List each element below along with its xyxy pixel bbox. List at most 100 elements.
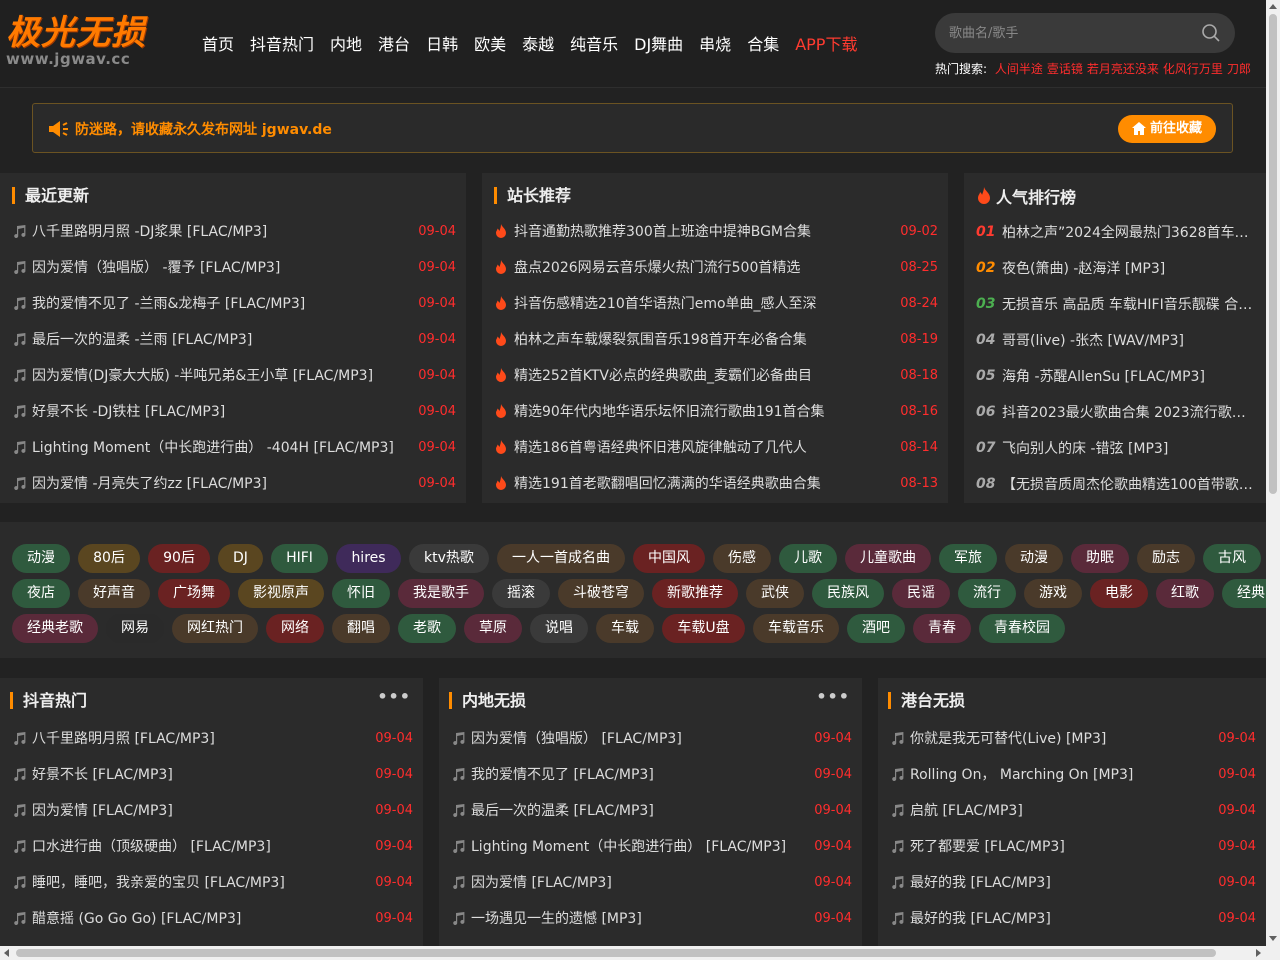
hot-search-word[interactable]: 刀郎 [1227, 62, 1251, 76]
list-item[interactable]: Lighting Moment（中长跑进行曲） -404H [FLAC/MP3]… [12, 429, 456, 465]
tag-chip[interactable]: 酒吧 [847, 614, 905, 643]
nav-item[interactable]: 纯音乐 [562, 30, 626, 60]
tag-chip[interactable]: 经典老歌 [12, 614, 98, 643]
list-item[interactable]: 启航 [FLAC/MP3] 09-04 [890, 792, 1256, 828]
scroll-left-icon[interactable] [4, 949, 9, 957]
tag-chip[interactable]: 军旅 [939, 544, 997, 573]
nav-item[interactable]: 首页 [194, 30, 242, 60]
logo[interactable]: 极光无损 www.jgwav.cc [6, 14, 156, 70]
tag-chip[interactable]: 车载音乐 [753, 614, 839, 643]
tag-chip[interactable]: 说唱 [530, 614, 588, 643]
ranking-item[interactable]: 08 【无损音质周杰伦歌曲精选100首带歌词】 [976, 466, 1256, 502]
hot-search-word[interactable]: 人间半途 [995, 62, 1043, 76]
tag-chip[interactable]: 网络 [266, 614, 324, 643]
list-item[interactable]: 因为爱情(DJ豪大大版) -半吨兄弟&王小草 [FLAC/MP3] 09-04 [12, 357, 456, 393]
list-item[interactable]: 醋意摇 (Go Go Go) [FLAC/MP3] 09-04 [12, 900, 413, 936]
tag-chip[interactable]: 青春校园 [979, 614, 1065, 643]
list-item[interactable]: 精选191首老歌翻唱回忆满满的华语经典歌曲合集 08-13 [494, 465, 938, 501]
list-item[interactable]: 睡吧，睡吧，我亲爱的宝贝 [FLAC/MP3] 09-04 [12, 864, 413, 900]
list-item[interactable]: 因为爱情（独唱版） -覆予 [FLAC/MP3] 09-04 [12, 249, 456, 285]
tag-chip[interactable]: 动漫 [1005, 544, 1063, 573]
tag-chip[interactable]: 助眠 [1071, 544, 1129, 573]
list-item[interactable]: 八千里路明月照 [FLAC/MP3] 09-04 [12, 720, 413, 756]
list-item[interactable]: 因为爱情 [FLAC/MP3] 09-04 [451, 864, 852, 900]
list-item[interactable]: 好景不长 [FLAC/MP3] 09-04 [12, 756, 413, 792]
tag-chip[interactable]: 一人一首成名曲 [497, 544, 625, 573]
list-item[interactable]: Lighting Moment（中长跑进行曲） [FLAC/MP3] 09-04 [451, 828, 852, 864]
tag-chip[interactable]: 我是歌手 [398, 579, 484, 608]
list-item[interactable]: 因为爱情（独唱版） [FLAC/MP3] 09-04 [451, 720, 852, 756]
list-item[interactable]: 一场遇见一生的遗憾 [MP3] 09-04 [451, 900, 852, 936]
mainland-more-button[interactable]: ••• [816, 689, 850, 705]
tag-chip[interactable]: 励志 [1137, 544, 1195, 573]
horizontal-scrollbar[interactable] [0, 946, 1266, 960]
tag-chip[interactable]: 新歌推荐 [652, 579, 738, 608]
vertical-scroll-thumb[interactable] [1269, 14, 1277, 494]
tag-chip[interactable]: 青春 [913, 614, 971, 643]
tag-chip[interactable]: 车载 [596, 614, 654, 643]
tag-chip[interactable]: 流行 [958, 579, 1016, 608]
list-item[interactable]: 抖音伤感精选210首华语热门emo单曲_感人至深 08-24 [494, 285, 938, 321]
list-item[interactable]: 抖音通勤热歌推荐300首上班途中提神BGM合集 09-02 [494, 213, 938, 249]
nav-item[interactable]: 串烧 [691, 30, 739, 60]
list-item[interactable]: 柏林之声车载爆裂氛围音乐198首开车必备合集 08-19 [494, 321, 938, 357]
nav-item[interactable]: 欧美 [466, 30, 514, 60]
nav-item[interactable]: APP下载 [787, 30, 865, 60]
hot-search-word[interactable]: 若月亮还没来 [1087, 62, 1159, 76]
tag-chip[interactable]: 好声音 [78, 579, 150, 608]
ranking-item[interactable]: 02 夜色(箫曲) -赵海洋 [MP3] [976, 250, 1256, 286]
tag-chip[interactable]: 游戏 [1024, 579, 1082, 608]
tag-chip[interactable]: 民族风 [812, 579, 884, 608]
nav-item[interactable]: 日韩 [418, 30, 466, 60]
tag-chip[interactable]: 伤感 [713, 544, 771, 573]
tag-chip[interactable]: hires [336, 544, 401, 573]
scroll-up-icon[interactable] [1269, 4, 1277, 9]
list-item[interactable]: 你就是我无可替代(Live) [MP3] 09-04 [890, 720, 1256, 756]
list-item[interactable]: 八千里路明月照 -DJ浆果 [FLAC/MP3] 09-04 [12, 213, 456, 249]
tag-chip[interactable]: 儿童歌曲 [845, 544, 931, 573]
ranking-item[interactable]: 01 柏林之声”2024全网最热门3628首车载音乐合集 [976, 214, 1256, 250]
list-item[interactable]: 精选252首KTV必点的经典歌曲_麦霸们必备曲目 08-18 [494, 357, 938, 393]
ranking-item[interactable]: 05 海角 -苏醒AllenSu [FLAC/MP3] [976, 358, 1256, 394]
list-item[interactable]: 死了都要爱 [FLAC/MP3] 09-04 [890, 828, 1256, 864]
tag-chip[interactable]: 红歌 [1156, 579, 1214, 608]
tag-chip[interactable]: 动漫 [12, 544, 70, 573]
search-icon[interactable] [1201, 23, 1221, 43]
list-item[interactable]: 好景不长 -DJ铁柱 [FLAC/MP3] 09-04 [12, 393, 456, 429]
nav-item[interactable]: 内地 [322, 30, 370, 60]
tag-chip[interactable]: 草原 [464, 614, 522, 643]
tag-chip[interactable]: 夜店 [12, 579, 70, 608]
list-item[interactable]: Rolling On， Marching On [MP3] 09-04 [890, 756, 1256, 792]
ranking-item[interactable]: 07 飞向别人的床 -错弦 [MP3] [976, 430, 1256, 466]
list-item[interactable]: 因为爱情 -月亮失了约zz [FLAC/MP3] 09-04 [12, 465, 456, 501]
tag-chip[interactable]: ktv热歌 [409, 544, 489, 573]
list-item[interactable]: 最好的我 [FLAC/MP3] 09-04 [890, 900, 1256, 936]
tag-chip[interactable]: 电影 [1090, 579, 1148, 608]
list-item[interactable]: 最后一次的温柔 -兰雨 [FLAC/MP3] 09-04 [12, 321, 456, 357]
tag-chip[interactable]: 90后 [148, 544, 210, 573]
list-item[interactable]: 我的爱情不见了 [FLAC/MP3] 09-04 [451, 756, 852, 792]
hot-search-word[interactable]: 化风行万里 [1163, 62, 1223, 76]
nav-item[interactable]: 合集 [739, 30, 787, 60]
search-input[interactable] [949, 13, 1189, 53]
tag-chip[interactable]: 中国风 [633, 544, 705, 573]
vertical-scrollbar[interactable] [1266, 0, 1280, 946]
list-item[interactable]: 精选90年代内地华语乐坛怀旧流行歌曲191首合集 08-16 [494, 393, 938, 429]
scroll-down-icon[interactable] [1269, 936, 1277, 941]
list-item[interactable]: 口水进行曲（顶级硬曲） [FLAC/MP3] 09-04 [12, 828, 413, 864]
tag-chip[interactable]: 广场舞 [158, 579, 230, 608]
tag-chip[interactable]: 摇滚 [492, 579, 550, 608]
tag-chip[interactable]: 车载U盘 [662, 614, 745, 643]
tag-chip[interactable]: 武侠 [746, 579, 804, 608]
list-item[interactable]: 最后一次的温柔 [FLAC/MP3] 09-04 [451, 792, 852, 828]
ranking-item[interactable]: 04 哥哥(live) -张杰 [WAV/MP3] [976, 322, 1256, 358]
tag-chip[interactable]: 古风 [1203, 544, 1261, 573]
tag-chip[interactable]: 怀旧 [332, 579, 390, 608]
list-item[interactable]: 精选186首粤语经典怀旧港风旋律触动了几代人 08-14 [494, 429, 938, 465]
tag-chip[interactable]: 网红热门 [172, 614, 258, 643]
tag-chip[interactable]: 翻唱 [332, 614, 390, 643]
nav-item[interactable]: 港台 [370, 30, 418, 60]
list-item[interactable]: 因为爱情 [FLAC/MP3] 09-04 [12, 792, 413, 828]
list-item[interactable]: 盘点2026网易云音乐爆火热门流行500首精选 08-25 [494, 249, 938, 285]
tag-chip[interactable]: 影视原声 [238, 579, 324, 608]
